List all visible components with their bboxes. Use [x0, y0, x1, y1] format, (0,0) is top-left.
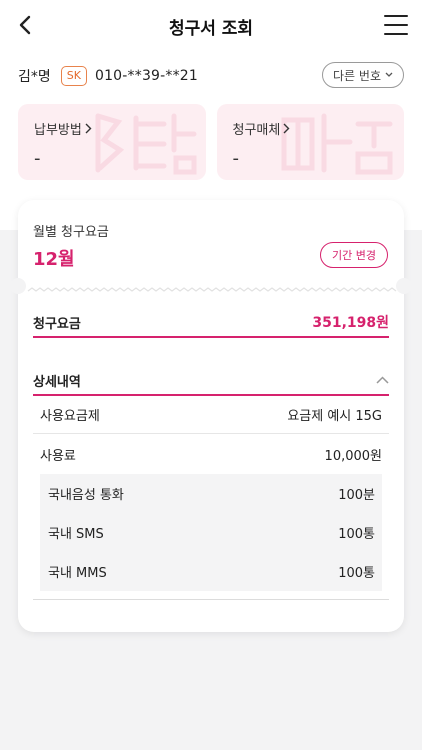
- total-charge-row: 청구요금 351,198원: [33, 308, 389, 338]
- carrier-badge: SK: [60, 66, 87, 86]
- total-charge-label: 청구요금: [33, 316, 81, 332]
- total-charge-value: 351,198원: [312, 315, 389, 331]
- menu-button[interactable]: [384, 15, 408, 35]
- usage-label: 국내 MMS: [48, 566, 107, 581]
- user-name: 김*명: [18, 69, 51, 85]
- bill-card: 월별 청구요금 12월 기간 변경 청구요금 351,198원 상세내역 사용요…: [10, 200, 412, 632]
- chevron-left-icon: [19, 15, 31, 35]
- header: 청구서 조회: [0, 0, 422, 52]
- chevron-right-icon: [85, 123, 92, 134]
- hamburger-icon-line: [384, 24, 408, 26]
- detail-value: 10,000원: [324, 448, 382, 464]
- billing-medium-label: 청구매체: [232, 123, 281, 138]
- usage-value: 100분: [338, 488, 375, 503]
- detail-label: 사용료: [40, 448, 76, 464]
- page-title: 청구서 조회: [168, 18, 254, 39]
- month-label: 월별 청구요금: [33, 225, 109, 240]
- chevron-down-icon: [385, 72, 393, 77]
- change-period-button[interactable]: 기간 변경: [320, 242, 388, 268]
- month-value: 12월: [33, 249, 75, 270]
- payment-method-card[interactable]: 납부방법 -: [18, 104, 206, 180]
- user-row: 김*명 SK 010-**39-**21 다른 번호: [18, 62, 404, 90]
- detail-label: 사용요금제: [40, 409, 100, 424]
- phone-number: 010-**39-**21: [94, 68, 199, 84]
- other-number-button[interactable]: 다른 번호: [322, 62, 404, 88]
- billing-medium-card[interactable]: 청구매체 -: [216, 104, 404, 180]
- detail-row-plan: 사용요금제 요금제 예시 15G: [33, 396, 389, 434]
- hamburger-icon-line: [384, 15, 408, 17]
- usage-label: 국내음성 통화: [48, 488, 124, 503]
- detail-section-header[interactable]: 상세내역: [33, 366, 389, 396]
- back-button[interactable]: [12, 12, 38, 38]
- tear-line-divider: [27, 287, 397, 292]
- usage-row-mms: 국내 MMS 100통: [40, 552, 382, 591]
- hamburger-icon-line: [384, 33, 408, 35]
- usage-value: 100통: [338, 527, 375, 542]
- section-divider: [33, 599, 389, 600]
- info-cards: 납부방법 - 청구매체 -: [18, 104, 404, 180]
- detail-value: 요금제 예시 15G: [287, 409, 382, 424]
- other-number-label: 다른 번호: [333, 68, 381, 83]
- detail-row-usage: 사용료 10,000원: [33, 435, 389, 473]
- billing-medium-label-row: 청구매체: [233, 119, 389, 138]
- usage-value: 100통: [338, 566, 375, 581]
- usage-label: 국내 SMS: [48, 527, 104, 542]
- billing-medium-value: -: [232, 148, 240, 169]
- payment-method-value: -: [34, 148, 41, 169]
- detail-section-title: 상세내역: [33, 374, 81, 390]
- payment-method-label: 납부방법: [34, 123, 82, 138]
- chevron-up-icon: [376, 376, 389, 384]
- usage-row-sms: 국내 SMS 100통: [40, 513, 382, 552]
- chevron-right-icon: [283, 123, 290, 134]
- payment-method-label-row: 납부방법: [34, 119, 190, 138]
- usage-row-voice: 국내음성 통화 100분: [40, 474, 382, 513]
